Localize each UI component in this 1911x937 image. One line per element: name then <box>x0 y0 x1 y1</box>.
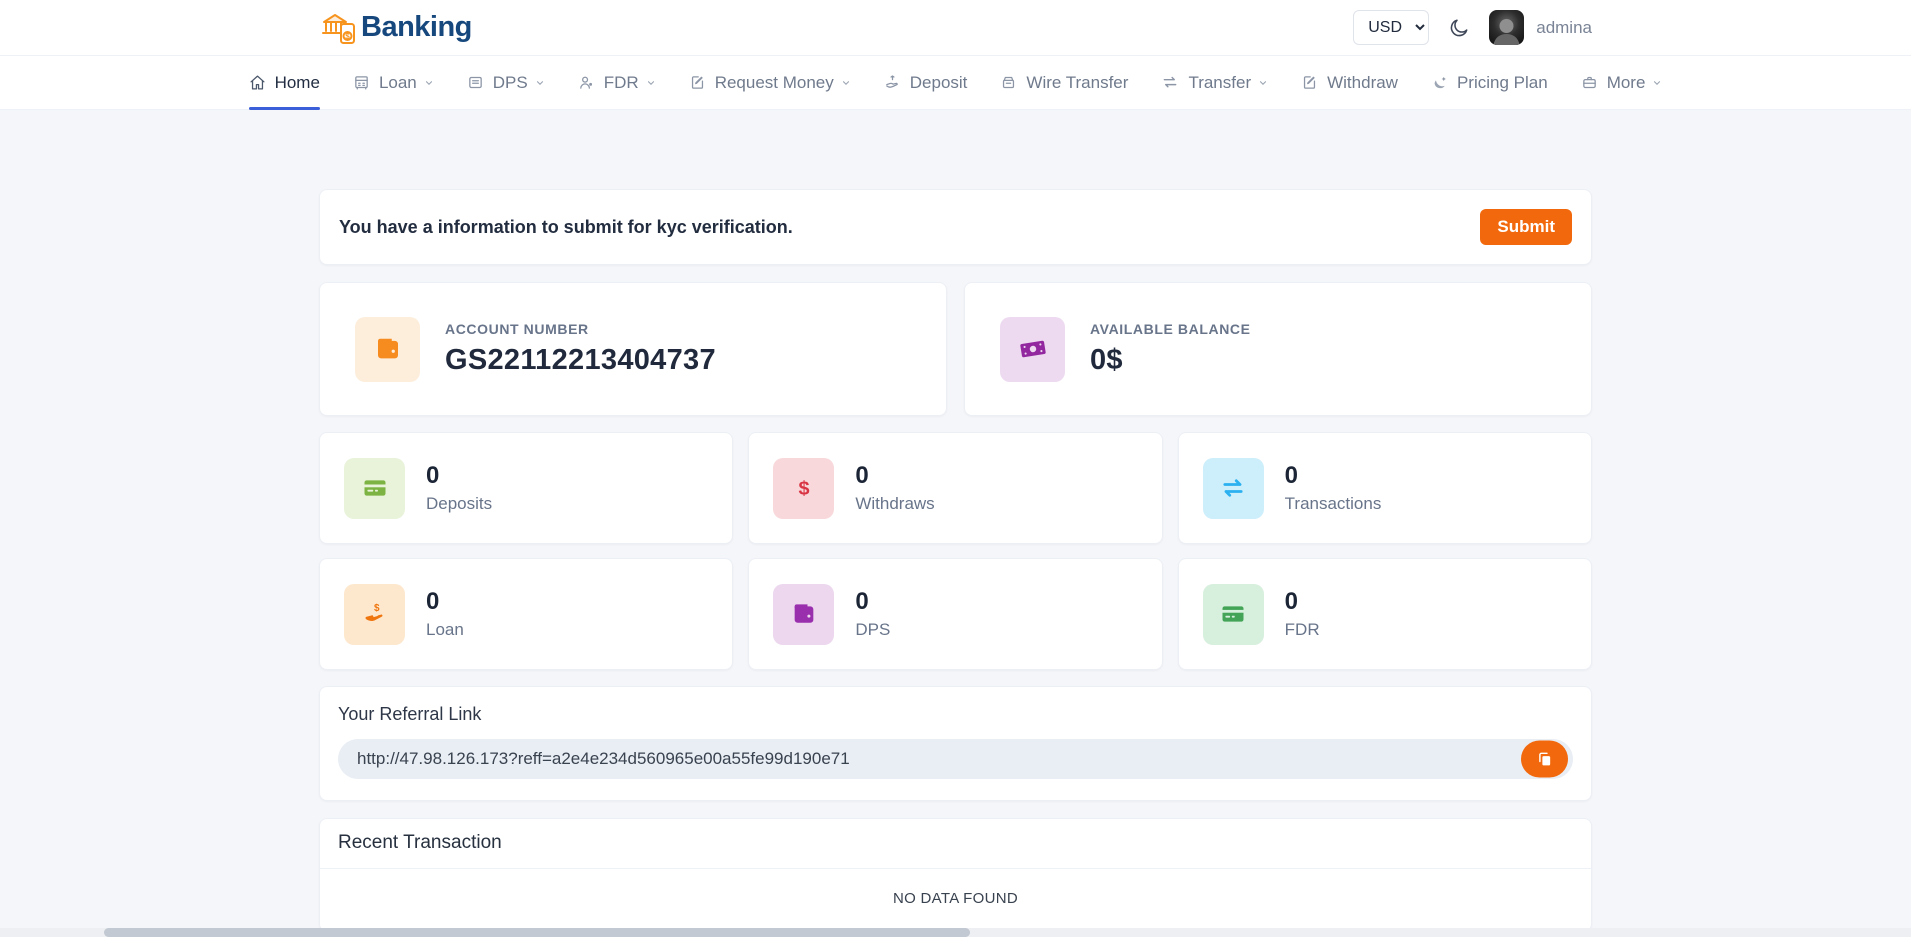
stat-card-fdr: 0 FDR <box>1178 558 1592 670</box>
svg-text:$: $ <box>373 603 379 614</box>
pricing-plan-icon <box>1431 74 1448 91</box>
stat-label: FDR <box>1285 620 1320 640</box>
more-icon <box>1581 74 1598 91</box>
chevron-down-icon <box>1652 78 1662 88</box>
chevron-down-icon <box>646 78 656 88</box>
stat-value: 0 <box>1285 588 1320 616</box>
main-navigation: Home Loan DPS FDR R <box>0 56 1911 110</box>
chevron-down-icon <box>841 78 851 88</box>
copy-icon <box>1536 751 1553 768</box>
credit-card-icon <box>1203 584 1264 645</box>
transfer-icon <box>1161 74 1179 91</box>
nav-item-pricing-plan[interactable]: Pricing Plan <box>1431 56 1548 109</box>
kyc-banner: You have a information to submit for kyc… <box>319 189 1592 265</box>
top-header: $ Banking USD admina <box>0 0 1911 56</box>
fdr-icon <box>578 74 595 91</box>
request-money-icon <box>689 74 706 91</box>
moon-icon <box>1448 17 1470 39</box>
nav-item-label: Home <box>275 73 320 93</box>
nav-item-label: FDR <box>604 73 639 93</box>
available-balance-value: 0$ <box>1090 344 1251 377</box>
nav-item-request-money[interactable]: Request Money <box>689 56 851 109</box>
stat-label: Deposits <box>426 494 492 514</box>
stat-card-loan: $ 0 Loan <box>319 558 733 670</box>
transfer-arrows-icon <box>1203 458 1264 519</box>
account-number-value: GS22112213404737 <box>445 344 716 377</box>
svg-text:$: $ <box>345 32 350 41</box>
nav-item-label: Loan <box>379 73 417 93</box>
referral-link-field[interactable]: http://47.98.126.173?reff=a2e4e234d56096… <box>338 739 1573 779</box>
nav-item-label: Withdraw <box>1327 73 1398 93</box>
dps-icon <box>467 74 484 91</box>
home-icon <box>249 74 266 91</box>
stat-label: DPS <box>855 620 890 640</box>
wallet-icon <box>773 584 834 645</box>
wire-transfer-icon <box>1000 74 1017 91</box>
nav-item-loan[interactable]: Loan <box>353 56 434 109</box>
brand-logo[interactable]: $ Banking <box>319 9 472 47</box>
nav-item-label: DPS <box>493 73 528 93</box>
credit-card-icon <box>344 458 405 519</box>
stat-label: Loan <box>426 620 464 640</box>
nav-item-home[interactable]: Home <box>249 56 320 109</box>
loan-icon <box>353 74 370 91</box>
stat-label: Transactions <box>1285 494 1382 514</box>
stat-value: 0 <box>855 462 934 490</box>
stat-value: 0 <box>855 588 890 616</box>
nav-item-label: More <box>1607 73 1646 93</box>
stat-card-transactions: 0 Transactions <box>1178 432 1592 544</box>
horizontal-scrollbar-thumb[interactable] <box>104 928 970 937</box>
account-number-card: ACCOUNT NUMBER GS22112213404737 <box>319 282 947 416</box>
chevron-down-icon <box>424 78 434 88</box>
stat-card-dps: 0 DPS <box>748 558 1162 670</box>
nav-item-withdraw[interactable]: Withdraw <box>1301 56 1398 109</box>
account-number-label: ACCOUNT NUMBER <box>445 321 716 337</box>
referral-link-text: http://47.98.126.173?reff=a2e4e234d56096… <box>357 749 850 769</box>
horizontal-scrollbar-track <box>0 928 1911 937</box>
stat-value: 0 <box>1285 462 1382 490</box>
dashboard-main: You have a information to submit for kyc… <box>319 110 1592 932</box>
brand-name: Banking <box>361 11 472 44</box>
withdraw-icon <box>1301 74 1318 91</box>
banknote-icon <box>1000 317 1065 382</box>
stat-label: Withdraws <box>855 494 934 514</box>
user-avatar[interactable] <box>1489 10 1524 45</box>
stat-value: 0 <box>426 462 492 490</box>
nav-item-dps[interactable]: DPS <box>467 56 545 109</box>
stat-value: 0 <box>426 588 464 616</box>
nav-item-label: Transfer <box>1188 73 1251 93</box>
banking-logo-icon: $ <box>319 9 359 47</box>
kyc-message: You have a information to submit for kyc… <box>339 217 793 238</box>
nav-item-label: Pricing Plan <box>1457 73 1548 93</box>
nav-item-label: Request Money <box>715 73 834 93</box>
dollar-icon: $ <box>773 458 834 519</box>
copy-referral-button[interactable] <box>1521 741 1568 778</box>
stat-card-withdraws: $ 0 Withdraws <box>748 432 1162 544</box>
wallet-icon <box>355 317 420 382</box>
currency-select[interactable]: USD <box>1353 10 1429 45</box>
available-balance-label: AVAILABLE BALANCE <box>1090 321 1251 337</box>
nav-item-label: Wire Transfer <box>1026 73 1128 93</box>
referral-title: Your Referral Link <box>338 704 1573 725</box>
recent-transactions-card: Recent Transaction NO DATA FOUND <box>319 818 1592 932</box>
chevron-down-icon <box>535 78 545 88</box>
username-label: admina <box>1536 18 1592 38</box>
nav-item-deposit[interactable]: Deposit <box>884 56 968 109</box>
nav-item-more[interactable]: More <box>1581 56 1663 109</box>
nav-item-wire-transfer[interactable]: Wire Transfer <box>1000 56 1128 109</box>
deposit-icon <box>884 74 901 91</box>
recent-transactions-title: Recent Transaction <box>320 819 1591 869</box>
dark-mode-toggle[interactable] <box>1445 14 1473 42</box>
svg-text:$: $ <box>798 477 809 499</box>
nav-item-transfer[interactable]: Transfer <box>1161 56 1268 109</box>
hand-money-icon: $ <box>344 584 405 645</box>
no-data-message: NO DATA FOUND <box>320 869 1591 931</box>
nav-item-fdr[interactable]: FDR <box>578 56 656 109</box>
kyc-submit-button[interactable]: Submit <box>1480 209 1572 245</box>
available-balance-card: AVAILABLE BALANCE 0$ <box>964 282 1592 416</box>
referral-card: Your Referral Link http://47.98.126.173?… <box>319 686 1592 801</box>
chevron-down-icon <box>1258 78 1268 88</box>
nav-item-label: Deposit <box>910 73 968 93</box>
stat-card-deposits: 0 Deposits <box>319 432 733 544</box>
